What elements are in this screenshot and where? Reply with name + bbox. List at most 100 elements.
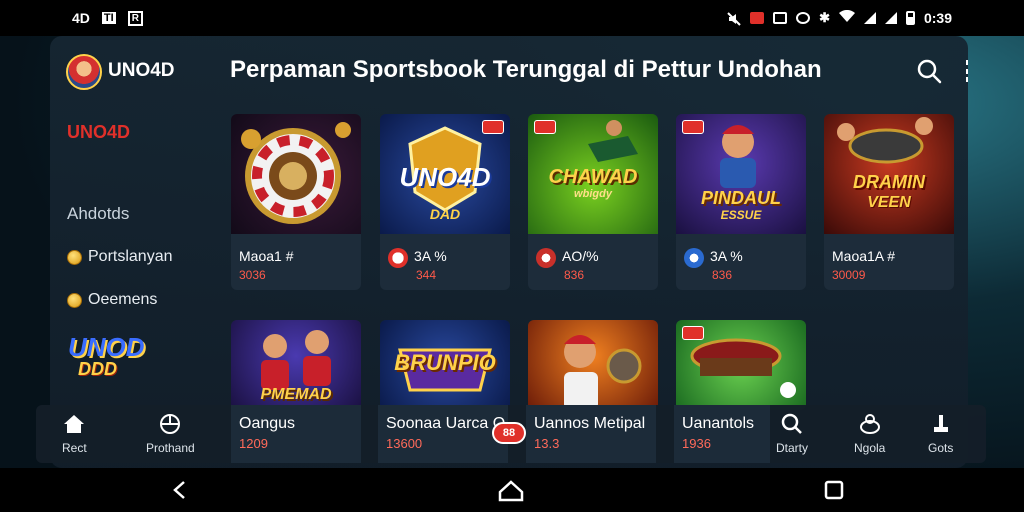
brand-avatar[interactable] bbox=[66, 54, 102, 90]
hot-badge bbox=[482, 120, 504, 134]
art-subtitle: wbigdy bbox=[574, 188, 612, 200]
nav-item-bag[interactable]: Ngola bbox=[854, 413, 885, 455]
sidebar-section-title: Ahdotds bbox=[67, 204, 130, 223]
art-subtitle: ESSUE bbox=[720, 208, 762, 222]
search-icon[interactable] bbox=[916, 58, 942, 84]
sports-ball-icon bbox=[160, 414, 181, 434]
hot-badge bbox=[534, 120, 556, 134]
app-panel: UNO4D Perpaman Sportsbook Terunggal di P… bbox=[50, 36, 968, 468]
art-title: PMEMAD bbox=[260, 386, 332, 403]
card-title: 3A % bbox=[414, 248, 447, 264]
roulette-wheel-art bbox=[231, 114, 361, 234]
recents-icon[interactable] bbox=[824, 480, 844, 500]
featured-game-item[interactable]: Uannos Metipal 13.3 bbox=[526, 405, 656, 463]
trophy-icon bbox=[933, 415, 948, 432]
brand-logo-text[interactable]: UNO4D bbox=[108, 60, 175, 82]
sidebar-item-label: Portslanyan bbox=[88, 248, 173, 265]
status-text-2: TI bbox=[101, 12, 116, 24]
featured-game-item[interactable]: Oangus 1209 bbox=[231, 405, 361, 463]
bluetooth-icon: ✱ bbox=[819, 10, 830, 25]
sidebar-item-label: Oeemens bbox=[88, 291, 158, 308]
status-text-1: 4D bbox=[72, 10, 90, 26]
system-nav-bar bbox=[0, 468, 1024, 512]
game-card[interactable] bbox=[528, 320, 658, 410]
page-title: Perpaman Sportsbook Terunggal di Pettur … bbox=[230, 56, 822, 83]
art-title: UNO4D bbox=[399, 162, 491, 192]
art-subtitle: DAD bbox=[429, 206, 461, 222]
status-bar: 4D TI R ✱ 0:39 bbox=[0, 0, 1024, 36]
card-title: Maoa1A # bbox=[832, 248, 896, 264]
nav-item-sports[interactable]: Prothand bbox=[146, 413, 195, 455]
battery-icon bbox=[905, 11, 915, 25]
notification-icon bbox=[750, 12, 765, 24]
hot-badge bbox=[682, 326, 704, 340]
nav-item-search[interactable]: Dtarty bbox=[776, 413, 808, 455]
coin-icon bbox=[67, 249, 82, 265]
card-title: Maoa1 # bbox=[239, 248, 294, 264]
sidebar-item-oeemens[interactable]: Oeemens bbox=[67, 291, 157, 309]
card-subtitle: 836 bbox=[712, 268, 733, 282]
bottom-nav: Rect Prothand Oangus 1209 Soonaa Uarca O… bbox=[36, 405, 986, 463]
home-icon bbox=[64, 415, 85, 433]
card-title: 3A % bbox=[710, 248, 743, 264]
art-title: CHAWAD bbox=[548, 166, 638, 188]
card-subtitle: 344 bbox=[416, 268, 437, 282]
game-card[interactable] bbox=[676, 320, 806, 410]
search-icon bbox=[781, 413, 802, 434]
featured-game-item[interactable]: Uanantols 1936 bbox=[674, 405, 770, 463]
featured-title: Oangus bbox=[239, 415, 296, 432]
art-subtitle: VEEN bbox=[867, 194, 911, 211]
featured-subtitle: 1209 bbox=[239, 436, 268, 451]
sidebar-item-portslanyan[interactable]: Portslanyan bbox=[67, 248, 173, 266]
signal-icon bbox=[863, 12, 876, 24]
players-cheering-art: PMEMAD bbox=[231, 320, 361, 410]
game-card[interactable]: CHAWAD wbigdy AO/% 836 bbox=[528, 114, 658, 290]
sidebar-logo[interactable]: UNOD DDD bbox=[68, 332, 145, 380]
hot-badge bbox=[682, 120, 704, 134]
featured-title: Uanantols bbox=[682, 415, 755, 432]
chip-icon bbox=[684, 248, 704, 268]
back-icon[interactable] bbox=[170, 480, 190, 500]
nav-label: Dtarty bbox=[776, 441, 809, 455]
featured-subtitle: 13.3 bbox=[534, 436, 560, 451]
mute-icon bbox=[727, 12, 741, 26]
card-title: AO/% bbox=[562, 248, 599, 264]
baseball-kid-art bbox=[528, 320, 658, 410]
alarm-icon bbox=[796, 12, 811, 24]
game-card[interactable]: DRAMIN VEEN Maoa1A # 30009 bbox=[824, 114, 954, 290]
bag-icon bbox=[859, 414, 880, 434]
game-card[interactable]: UNO4D DAD 3A % 344 bbox=[380, 114, 510, 290]
casino-table-players-art: DRAMIN VEEN bbox=[824, 114, 954, 234]
coin-icon bbox=[67, 292, 82, 308]
sidebar-brand[interactable]: UNO4D bbox=[67, 122, 130, 143]
status-text-3: R bbox=[127, 10, 143, 26]
nav-label: Prothand bbox=[146, 441, 195, 455]
featured-title: Soonaa Uarca O bbox=[386, 415, 506, 432]
nfc-icon bbox=[773, 12, 788, 24]
game-card[interactable]: Maoa1 # 3036 bbox=[231, 114, 361, 290]
featured-subtitle: 13600 bbox=[386, 436, 423, 451]
nav-item-trophy[interactable]: Gots bbox=[928, 413, 953, 455]
card-subtitle: 836 bbox=[564, 268, 585, 282]
notification-badge[interactable]: 88 bbox=[492, 422, 526, 444]
art-title: PINDAUL bbox=[701, 188, 781, 208]
featured-game-item[interactable]: Soonaa Uarca O 13600 bbox=[378, 405, 508, 463]
card-subtitle: 30009 bbox=[832, 268, 866, 282]
featured-title: Uannos Metipal bbox=[534, 415, 646, 432]
art-title: DRAMIN bbox=[853, 172, 925, 192]
signal-icon-2 bbox=[884, 12, 897, 24]
sidebar-logo-line1: UNOD bbox=[68, 332, 145, 362]
top-bar: UNO4D Perpaman Sportsbook Terunggal di P… bbox=[50, 36, 968, 106]
nav-item-home[interactable]: Rect bbox=[62, 413, 87, 455]
brand-shield-art: BRUNPIO bbox=[380, 320, 510, 410]
more-menu-icon[interactable] bbox=[966, 60, 968, 82]
nav-label: Ngola bbox=[854, 441, 886, 455]
chip-icon bbox=[388, 248, 408, 268]
home-system-icon[interactable] bbox=[498, 480, 524, 502]
game-card[interactable]: BRUNPIO bbox=[380, 320, 510, 410]
featured-subtitle: 1936 bbox=[682, 436, 711, 451]
game-card[interactable]: PMEMAD bbox=[231, 320, 361, 410]
game-card[interactable]: PINDAUL ESSUE 3A % 836 bbox=[676, 114, 806, 290]
nav-label: Gots bbox=[928, 441, 954, 455]
clock: 0:39 bbox=[923, 10, 952, 26]
